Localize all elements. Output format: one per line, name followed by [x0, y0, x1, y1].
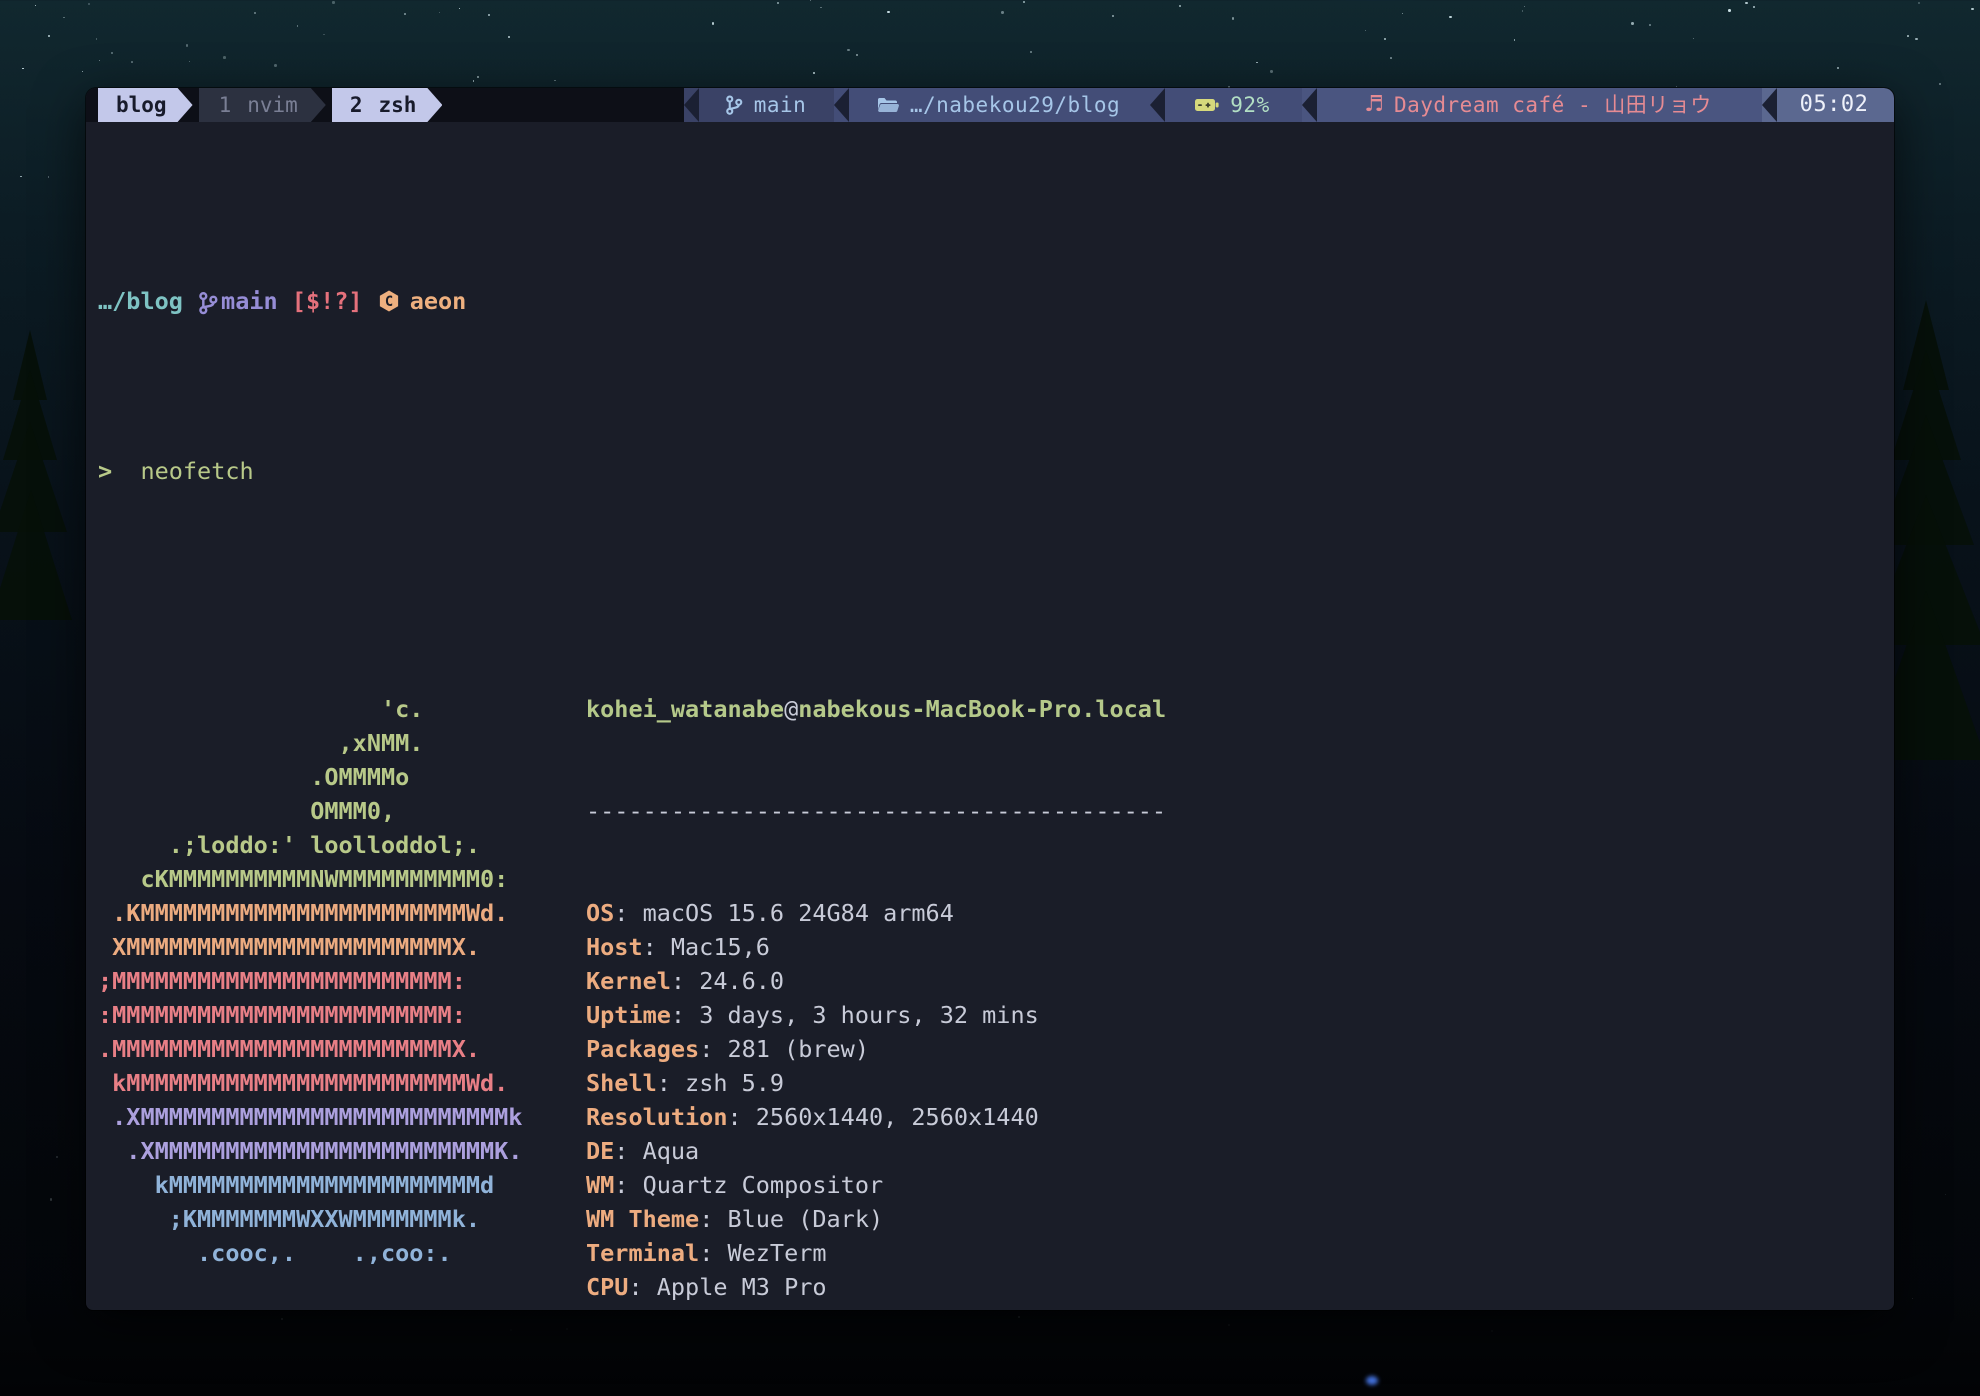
info-label: Resolution — [586, 1103, 727, 1131]
git-branch-icon — [724, 93, 744, 117]
status-cwd-text: …/nabekou29/blog — [910, 88, 1120, 122]
prompt-context: Caeon — [377, 284, 467, 318]
neofetch-info-row: Shell: zsh 5.9 — [586, 1066, 1166, 1100]
music-note-icon: ♬ — [1364, 88, 1384, 122]
status-now-playing: ♬ Daydream café - 山田リョウ — [1302, 88, 1762, 122]
pine-tree-left — [0, 330, 70, 620]
neofetch-info-row: DE: Aqua — [586, 1134, 1166, 1168]
status-battery: 92% — [1150, 88, 1302, 122]
info-label: WM — [586, 1171, 614, 1199]
tab-label: zsh — [378, 93, 416, 117]
terminal-window: blog 1 nvim 2 zsh — [86, 88, 1894, 1310]
neofetch-info-row: Resolution: 2560x1440, 2560x1440 — [586, 1100, 1166, 1134]
prompt-branch: main — [197, 284, 278, 318]
neofetch-info-rows: OS: macOS 15.6 24G84 arm64Host: Mac15,6K… — [586, 896, 1166, 1310]
status-branch-name: main — [754, 88, 807, 122]
command-line: > neofetch — [98, 454, 1894, 488]
tab-nvim[interactable]: 1 nvim — [199, 88, 326, 122]
neofetch-separator: ----------------------------------------… — [586, 794, 1166, 828]
tab-index: 2 — [350, 93, 363, 117]
tab-group: blog 1 nvim 2 zsh — [86, 88, 448, 122]
git-branch-icon — [197, 290, 219, 316]
clock-time: 05:02 — [1800, 88, 1869, 122]
command-text: neofetch — [140, 454, 253, 488]
tab-zsh[interactable]: 2 zsh — [332, 88, 443, 122]
info-value: Mac15,6 — [671, 933, 770, 961]
info-label: GPU — [586, 1307, 628, 1310]
info-label: WM Theme — [586, 1205, 699, 1233]
info-value: 24.6.0 — [699, 967, 784, 995]
info-value: 3 days, 3 hours, 32 mins — [699, 1001, 1039, 1029]
neofetch-info-row: Uptime: 3 days, 3 hours, 32 mins — [586, 998, 1166, 1032]
info-value: Apple M3 Pro — [657, 1273, 827, 1301]
neofetch-output: 'c. ,xNMM. .OMMMMo OMMM0, .;loddo:' lool… — [98, 624, 1894, 1202]
info-label: Packages — [586, 1035, 699, 1063]
neofetch-info-row: OS: macOS 15.6 24G84 arm64 — [586, 896, 1166, 930]
info-value: Apple M3 Pro — [657, 1307, 827, 1310]
distant-light — [1366, 1376, 1378, 1385]
neofetch-info-row: WM Theme: Blue (Dark) — [586, 1202, 1166, 1236]
neofetch-info-row: WM: Quartz Compositor — [586, 1168, 1166, 1202]
neofetch-info-row: Kernel: 24.6.0 — [586, 964, 1166, 998]
info-label: DE — [586, 1137, 614, 1165]
status-group: main …/nabekou29/blog — [684, 88, 1894, 122]
info-value: Aqua — [643, 1137, 700, 1165]
status-cwd: …/nabekou29/blog — [834, 88, 1150, 122]
info-label: Kernel — [586, 967, 671, 995]
tab-label: nvim — [247, 93, 298, 117]
info-label: Host — [586, 933, 643, 961]
info-label: CPU — [586, 1273, 628, 1301]
info-value: macOS 15.6 24G84 arm64 — [643, 899, 954, 927]
info-label: Shell — [586, 1069, 657, 1097]
neofetch-info-row: CPU: Apple M3 Pro — [586, 1270, 1166, 1304]
svg-text:C: C — [385, 294, 393, 310]
tab-bar: blog 1 nvim 2 zsh — [86, 88, 1894, 122]
prompt-symbol: > — [98, 454, 112, 488]
info-label: Terminal — [586, 1239, 699, 1267]
status-git-branch: main — [684, 88, 834, 122]
info-value: 281 (brew) — [727, 1035, 868, 1063]
tabbar-spacer — [448, 88, 684, 122]
info-value: zsh 5.9 — [685, 1069, 784, 1097]
status-clock: 05:02 — [1762, 88, 1894, 122]
prompt-git-flags: [$!?] — [292, 284, 363, 318]
info-value: Quartz Compositor — [643, 1171, 884, 1199]
neofetch-info-row: Packages: 281 (brew) — [586, 1032, 1166, 1066]
info-label: Uptime — [586, 1001, 671, 1029]
info-label: OS — [586, 899, 614, 927]
info-value: 2560x1440, 2560x1440 — [756, 1103, 1039, 1131]
battery-icon — [1194, 96, 1220, 114]
context-hexagon-icon: C — [377, 288, 401, 314]
status-battery-percent: 92% — [1230, 88, 1269, 122]
tab-index: 1 — [219, 93, 232, 117]
neofetch-info-row: Host: Mac15,6 — [586, 930, 1166, 964]
window-title: blog — [98, 88, 193, 122]
neofetch-info-row: Terminal: WezTerm — [586, 1236, 1166, 1270]
info-value: WezTerm — [727, 1239, 826, 1267]
prompt-line: …/blog main [$!?] Caeon — [98, 284, 1894, 318]
status-track-title: Daydream café - 山田リョウ — [1394, 88, 1712, 122]
prompt-path: …/blog — [98, 284, 183, 318]
info-value: Blue (Dark) — [727, 1205, 883, 1233]
neofetch-info: kohei_watanabe@nabekous-MacBook-Pro.loca… — [586, 624, 1166, 1310]
folder-icon — [876, 95, 900, 115]
terminal-content[interactable]: …/blog main [$!?] Caeon > neofetch 'c. ,… — [86, 122, 1894, 1310]
neofetch-title: kohei_watanabe@nabekous-MacBook-Pro.loca… — [586, 692, 1166, 726]
neofetch-info-row: GPU: Apple M3 Pro — [586, 1304, 1166, 1310]
